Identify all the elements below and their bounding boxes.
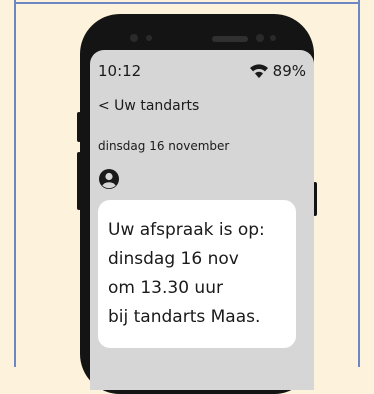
status-right: 89%	[249, 62, 306, 80]
illustration-frame-top	[14, 2, 360, 4]
message-bubble: Uw afspraak is op: dinsdag 16 nov om 13.…	[98, 200, 296, 348]
camera-lens-icon	[256, 34, 264, 42]
status-time: 10:12	[98, 62, 142, 80]
sensor-dot-icon	[270, 35, 276, 41]
back-button[interactable]: < Uw tandarts	[98, 98, 199, 114]
front-camera-icon	[130, 34, 138, 42]
message-line: bij tandarts Maas.	[108, 307, 261, 327]
user-avatar-icon	[99, 169, 119, 189]
status-bar: 10:12 89%	[98, 62, 306, 82]
conversation-date: dinsdag 16 november	[98, 139, 230, 153]
speaker-grille	[212, 36, 248, 42]
wifi-icon	[249, 64, 268, 78]
message-line: Uw afspraak is op:	[108, 220, 265, 240]
side-button	[77, 152, 81, 210]
proximity-sensor-icon	[146, 35, 152, 41]
message-line: om 13.30 uur	[108, 278, 223, 298]
volume-button	[77, 112, 81, 142]
phone-screen: 10:12 89% < Uw tandarts dinsdag 16 novem…	[90, 50, 314, 390]
message-line: dinsdag 16 nov	[108, 249, 239, 269]
battery-percent: 89%	[272, 62, 306, 80]
